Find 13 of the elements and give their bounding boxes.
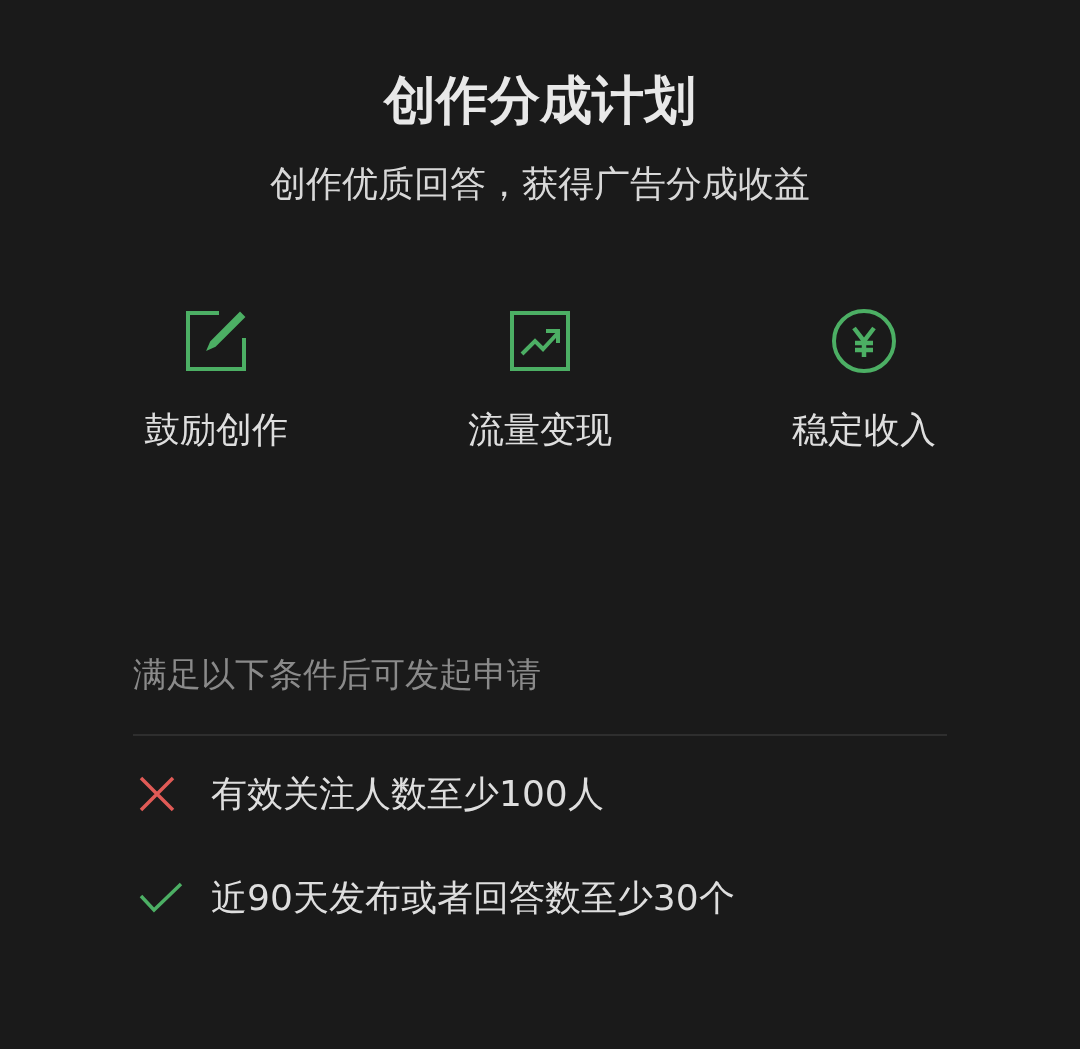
subtitle: 创作优质回答，获得广告分成收益 xyxy=(270,162,810,206)
yen-coin-icon xyxy=(831,308,897,374)
check-icon xyxy=(139,882,183,914)
requirement-text: 近90天发布或者回答数至少30个 xyxy=(211,876,735,920)
requirement-text: 有效关注人数至少100人 xyxy=(211,772,604,816)
page-title: 创作分成计划 xyxy=(384,69,696,132)
edit-icon xyxy=(185,310,247,372)
trend-chart-icon xyxy=(510,311,570,371)
feature-label: 流量变现 xyxy=(468,408,612,452)
requirements-heading: 满足以下条件后可发起申请 xyxy=(133,653,542,696)
cross-icon xyxy=(139,776,175,812)
feature-label: 稳定收入 xyxy=(792,408,936,452)
feature-label: 鼓励创作 xyxy=(144,408,288,452)
